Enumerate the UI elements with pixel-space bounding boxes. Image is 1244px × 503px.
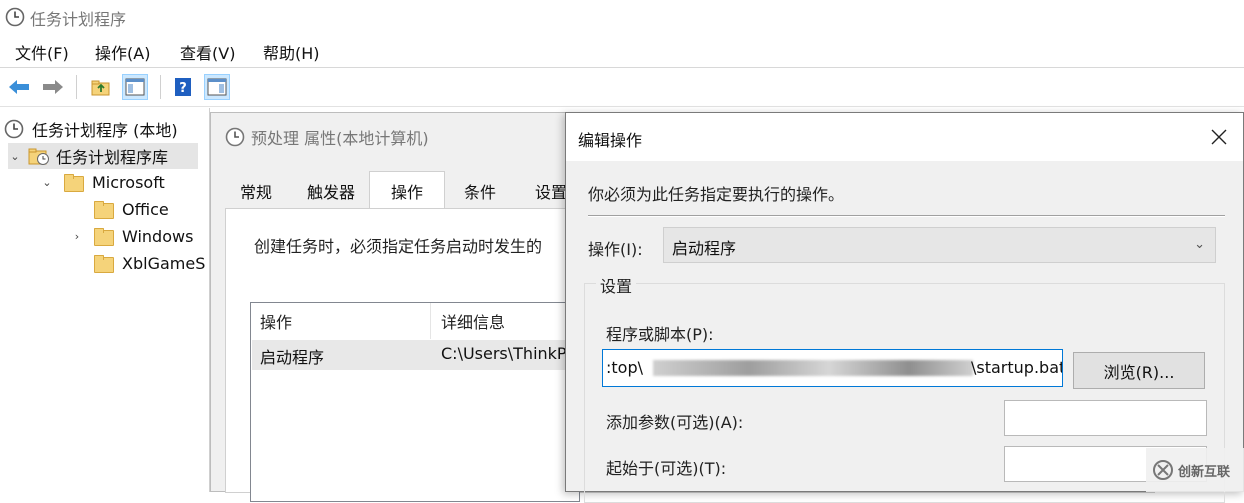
start-in-label: 起始于(可选)(T): <box>606 459 727 478</box>
tree-item-windows[interactable]: › Windows <box>70 223 193 249</box>
task-scheduler-clock-icon <box>5 7 25 31</box>
folder-icon <box>94 201 114 219</box>
show-hide-console-tree-icon[interactable] <box>122 74 148 100</box>
chevron-down-icon[interactable]: ⌄ <box>40 176 54 189</box>
properties-title: 预处理 属性(本地计算机) <box>251 129 429 148</box>
tree-item-label: 任务计划程序 (本地) <box>32 121 178 140</box>
arguments-label: 添加参数(可选)(A): <box>606 413 744 432</box>
tree-item-label: XblGameS <box>122 253 206 273</box>
library-folder-clock-icon <box>28 146 50 166</box>
action-select[interactable]: 启动程序 ⌄ <box>663 227 1216 263</box>
column-header-details[interactable]: 详细信息 <box>441 309 505 333</box>
redacted-path <box>653 360 973 376</box>
toolbar-separator <box>160 75 161 99</box>
table-row[interactable]: 启动程序 C:\Users\ThinkP <box>252 340 572 370</box>
column-divider[interactable] <box>430 303 431 339</box>
forward-arrow-icon[interactable] <box>40 74 66 100</box>
tree-item-xblgame[interactable]: XblGameS <box>94 250 205 276</box>
toolbar-separator <box>76 75 77 99</box>
arguments-input[interactable] <box>1004 400 1207 436</box>
dialog-title: 编辑操作 <box>578 131 643 150</box>
console-tree: 任务计划程序 (本地) ⌄ 任务计划程序库 ⌄ Microsoft Office… <box>0 108 210 492</box>
tab-general[interactable]: 常规 <box>225 173 287 209</box>
tree-item-label: 任务计划程序库 <box>56 148 169 167</box>
window-title: 任务计划程序 <box>30 10 127 29</box>
row-details: C:\Users\ThinkP <box>441 344 567 363</box>
clock-icon <box>4 119 24 139</box>
settings-group-label: 设置 <box>596 273 637 297</box>
chevron-down-icon[interactable]: ⌄ <box>1194 237 1205 252</box>
help-icon[interactable]: ? <box>170 74 196 100</box>
dialog-body: 你必须为此任务指定要执行的操作。 操作(I): 启动程序 ⌄ 设置 程序或脚本(… <box>566 161 1243 503</box>
browse-button[interactable]: 浏览(R)... <box>1073 352 1205 389</box>
watermark-text: 创新互联 <box>1178 464 1231 480</box>
program-value-start: :top\ <box>606 358 643 377</box>
up-folder-icon[interactable] <box>88 74 114 100</box>
actions-description: 创建任务时，必须指定任务启动时发生的 <box>254 237 543 256</box>
column-header-action[interactable]: 操作 <box>260 309 292 333</box>
chevron-down-icon[interactable]: ⌄ <box>8 150 22 163</box>
window-title-bar: 任务计划程序 <box>0 0 1244 34</box>
folder-icon <box>94 228 114 246</box>
watermark-logo-icon <box>1152 459 1174 481</box>
folder-icon <box>64 174 84 192</box>
close-icon[interactable] <box>1205 123 1233 151</box>
svg-text:?: ? <box>179 81 187 96</box>
dialog-title-bar: 编辑操作 <box>566 113 1243 161</box>
watermark: 创新互联 <box>1146 448 1244 492</box>
tree-item-label: Windows <box>122 226 194 246</box>
tree-item-label: Office <box>122 199 169 219</box>
tab-conditions[interactable]: 条件 <box>445 173 515 209</box>
menu-file[interactable]: 文件(F) <box>15 40 69 64</box>
toolbar: ? <box>0 69 1244 107</box>
program-value-end: \startup.bat <box>971 358 1063 377</box>
chevron-right-icon[interactable]: › <box>70 230 84 243</box>
action-select-value: 启动程序 <box>672 239 737 258</box>
row-action: 启动程序 <box>260 348 325 367</box>
tab-triggers[interactable]: 触发器 <box>293 173 369 209</box>
menu-action[interactable]: 操作(A) <box>95 40 150 64</box>
menu-bar: 文件(F) 操作(A) 查看(V) 帮助(H) <box>0 34 1244 68</box>
program-script-input[interactable]: :top\ \startup.bat <box>602 349 1063 387</box>
actions-table[interactable]: 操作 详细信息 启动程序 C:\Users\ThinkP <box>250 302 580 502</box>
menu-view[interactable]: 查看(V) <box>180 40 235 64</box>
tree-item-library[interactable]: ⌄ 任务计划程序库 <box>8 143 198 169</box>
properties-title-bar: 预处理 属性(本地计算机) <box>225 125 429 149</box>
program-label: 程序或脚本(P): <box>606 325 714 344</box>
folder-icon <box>94 255 114 273</box>
tree-item-microsoft[interactable]: ⌄ Microsoft <box>40 169 165 195</box>
browse-button-label: 浏览(R)... <box>1103 362 1175 382</box>
tree-item-root[interactable]: 任务计划程序 (本地) <box>4 116 178 142</box>
divider <box>588 215 1225 217</box>
tree-item-label: Microsoft <box>92 172 165 192</box>
edit-action-dialog: 编辑操作 你必须为此任务指定要执行的操作。 操作(I): 启动程序 ⌄ 设置 程… <box>565 112 1244 503</box>
dialog-instruction: 你必须为此任务指定要执行的操作。 <box>588 185 845 204</box>
action-label: 操作(I): <box>588 240 643 259</box>
menu-help[interactable]: 帮助(H) <box>263 40 320 64</box>
tab-actions[interactable]: 操作 <box>369 171 445 209</box>
back-arrow-icon[interactable] <box>6 74 32 100</box>
clock-icon <box>225 127 245 147</box>
tree-item-office[interactable]: Office <box>94 196 169 222</box>
show-hide-action-pane-icon[interactable] <box>204 74 230 100</box>
